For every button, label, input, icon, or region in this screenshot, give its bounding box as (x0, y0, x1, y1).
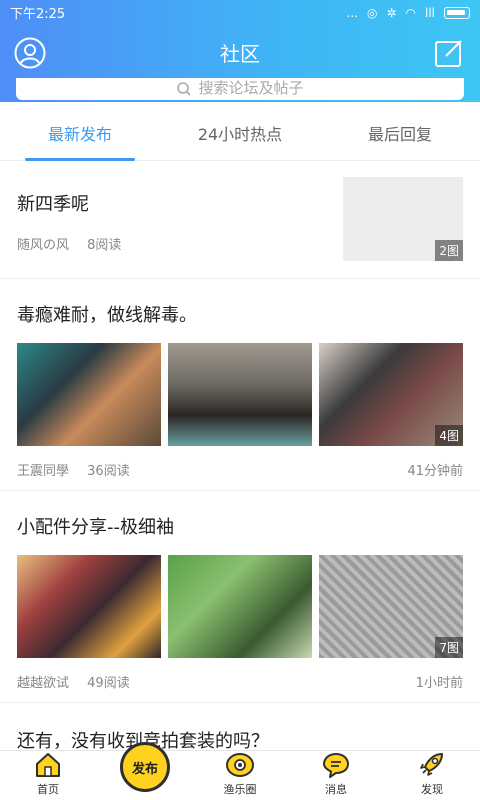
post-meta: 越越欲试 49阅读 (17, 672, 130, 691)
nav-circle[interactable]: 渔乐圈 (192, 751, 288, 800)
navbar: 社区 (0, 25, 480, 80)
nav-messages[interactable]: 消息 (288, 751, 384, 800)
post-image[interactable]: 7图 (319, 555, 463, 658)
sync-icon: ◎ (366, 5, 378, 20)
post-image[interactable] (17, 555, 161, 658)
post-item[interactable]: 还有，没有收到竞拍套装的吗？ (0, 703, 480, 750)
post-meta: 随风の风 8阅读 (17, 234, 121, 253)
more-dots-icon: ... (346, 5, 358, 20)
post-image[interactable] (168, 343, 312, 446)
post-item[interactable]: 新四季呢 随风の风 8阅读 2图 (0, 162, 480, 279)
post-title: 毒瘾难耐，做线解毒。 (17, 305, 197, 326)
post-image[interactable]: 4图 (319, 343, 463, 446)
post-reads: 8阅读 (87, 238, 122, 253)
circle-icon (225, 751, 255, 779)
app-root: 下午2:25 ... ◎ ✲ ◠ lll 社区 搜索论坛及帖子 最新发布 24小… (0, 0, 480, 800)
tab-last-reply[interactable]: 最后回复 (320, 106, 480, 160)
post-title: 新四季呢 (17, 194, 89, 215)
nav-home[interactable]: 首页 (0, 751, 96, 800)
post-images: 4图 (17, 343, 463, 446)
status-time: 下午2:25 (10, 7, 66, 22)
post-author: 王震同學 (17, 464, 70, 479)
tab-bar: 最新发布 24小时热点 最后回复 (0, 106, 480, 161)
status-bar: 下午2:25 ... ◎ ✲ ◠ lll (0, 0, 480, 25)
post-author: 随风の风 (17, 238, 70, 253)
post-image[interactable] (17, 343, 161, 446)
post-thumbnail[interactable]: 2图 (343, 177, 463, 261)
post-reads: 36阅读 (87, 464, 130, 479)
search-icon (177, 82, 192, 96)
post-meta: 王震同學 36阅读 (17, 460, 130, 479)
nav-circle-label: 渔乐圈 (223, 783, 257, 796)
post-images: 7图 (17, 555, 463, 658)
tab-24h-hot[interactable]: 24小时热点 (160, 106, 320, 160)
post-time: 1小时前 (415, 676, 463, 691)
battery-icon (444, 6, 470, 19)
image-count-badge: 7图 (435, 637, 463, 658)
status-icons: ... ◎ ✲ ◠ lll (346, 5, 470, 20)
signal-icon: lll (424, 5, 435, 20)
tab-latest[interactable]: 最新发布 (0, 106, 160, 161)
search-bar[interactable]: 搜索论坛及帖子 (16, 78, 464, 100)
message-icon (321, 751, 351, 779)
nav-home-label: 首页 (37, 783, 59, 796)
post-feed: 新四季呢 随风の风 8阅读 2图 毒瘾难耐，做线解毒。 4图 王震同學 36阅读 (0, 162, 480, 750)
image-count-badge: 2图 (435, 240, 463, 261)
alarm-icon: ✲ (386, 5, 397, 20)
publish-button[interactable]: 发布 (120, 742, 170, 792)
rocket-icon (417, 751, 447, 779)
home-icon (33, 751, 63, 779)
image-count-badge: 4图 (435, 425, 463, 446)
post-reads: 49阅读 (87, 676, 130, 691)
profile-icon[interactable] (14, 37, 46, 69)
nav-messages-label: 消息 (325, 783, 347, 796)
search-placeholder: 搜索论坛及帖子 (198, 79, 304, 97)
bottom-nav: 首页 渔乐圈 消息 发现 (0, 750, 480, 800)
publish-button-label: 发布 (131, 761, 158, 777)
post-item[interactable]: 小配件分享--极细袖 7图 越越欲试 49阅读 1小时前 (0, 491, 480, 703)
wifi-icon: ◠ (405, 5, 416, 20)
page-title: 社区 (220, 42, 260, 66)
post-item[interactable]: 毒瘾难耐，做线解毒。 4图 王震同學 36阅读 41分钟前 (0, 279, 480, 491)
post-title: 小配件分享--极细袖 (17, 517, 174, 538)
post-author: 越越欲试 (17, 676, 70, 691)
compose-icon[interactable] (434, 38, 464, 68)
nav-discover[interactable]: 发现 (384, 751, 480, 800)
post-time: 41分钟前 (407, 464, 463, 479)
post-image[interactable] (168, 555, 312, 658)
nav-discover-label: 发现 (421, 783, 443, 796)
